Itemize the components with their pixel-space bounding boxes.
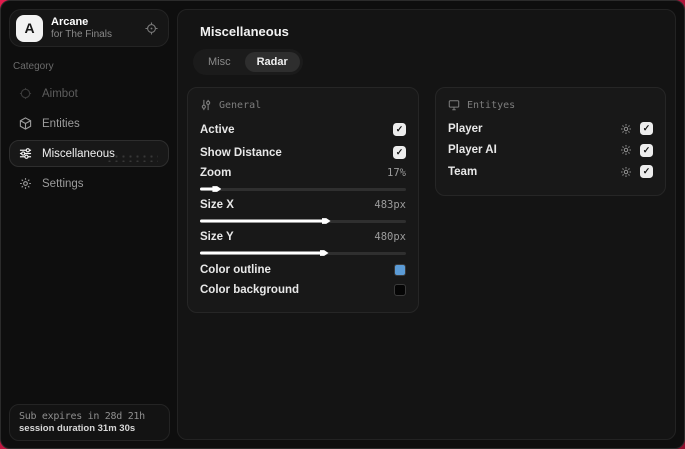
slider-thumb[interactable]: [319, 250, 329, 256]
app-subtitle: for The Finals: [51, 28, 112, 40]
color-outline-swatch[interactable]: [393, 264, 406, 276]
entities-panel: Entityes Player ✓ Player AI ✓ Team ✓: [434, 87, 666, 196]
monitor-icon: [448, 99, 460, 111]
tab-radar[interactable]: Radar: [244, 52, 300, 72]
setting-row-size-x: Size X 483px: [200, 196, 406, 214]
app-logo: A: [16, 14, 43, 42]
player-checkbox[interactable]: ✓: [640, 122, 653, 136]
sidebar-item-settings[interactable]: Settings: [9, 170, 169, 197]
entity-row-player: Player ✓: [448, 118, 653, 140]
sidebar-item-entities[interactable]: Entities: [9, 110, 169, 137]
setting-label: Active: [200, 123, 235, 136]
size-x-value: 483px: [374, 199, 406, 211]
setting-row-size-y: Size Y 480px: [200, 228, 406, 246]
setting-row-active: Active ✓: [200, 118, 406, 141]
size-x-slider[interactable]: [200, 214, 406, 228]
general-panel: General Active ✓ Show Distance ✓ Zoom 17…: [187, 87, 419, 313]
tune-icon: [19, 147, 32, 160]
team-checkbox[interactable]: ✓: [640, 165, 653, 179]
entities-panel-title: Entityes: [466, 99, 516, 111]
session-duration-text: session duration 31m 30s: [19, 423, 136, 434]
sub-expiry-text: Sub expires in 28d 21h: [19, 411, 145, 422]
setting-row-color-outline: Color outline: [200, 260, 406, 280]
player-ai-checkbox[interactable]: ✓: [640, 143, 653, 157]
sidebar: A Arcane for The Finals Category Aimbot …: [1, 1, 177, 448]
sidebar-item-label: Settings: [42, 177, 84, 190]
sidebar-item-label: Entities: [42, 117, 80, 130]
category-label: Category: [13, 61, 54, 72]
slider-thumb[interactable]: [321, 218, 331, 224]
zoom-slider[interactable]: [200, 182, 406, 196]
page-title: Miscellaneous: [200, 24, 289, 39]
tab-bar: Misc Radar: [193, 49, 303, 75]
color-background-swatch[interactable]: [393, 284, 406, 296]
general-panel-title: General: [219, 99, 262, 111]
entity-label: Player AI: [447, 144, 497, 157]
setting-row-zoom: Zoom 17%: [200, 164, 406, 182]
brand-card: A Arcane for The Finals: [9, 9, 169, 47]
target-icon[interactable]: [145, 21, 158, 35]
crosshair-icon: [19, 87, 32, 100]
tab-misc[interactable]: Misc: [196, 52, 243, 72]
zoom-value: 17%: [387, 167, 406, 179]
entity-row-player-ai: Player AI ✓: [448, 140, 653, 162]
entity-row-team: Team ✓: [448, 161, 653, 183]
cube-icon: [19, 117, 32, 130]
app-title: Arcane: [51, 15, 89, 28]
gear-icon: [19, 177, 32, 190]
app-window: A Arcane for The Finals Category Aimbot …: [0, 0, 685, 449]
sidebar-item-aimbot[interactable]: Aimbot: [9, 80, 169, 107]
main-panel: Miscellaneous Misc Radar General Active …: [177, 9, 676, 440]
setting-label: Size X: [200, 199, 234, 211]
setting-label: Size Y: [200, 231, 234, 243]
setting-row-color-background: Color background: [200, 280, 406, 300]
sidebar-item-label: Aimbot: [42, 87, 78, 100]
sidebar-nav: Aimbot Entities Miscellaneous Settings: [1, 80, 177, 197]
slider-thumb[interactable]: [212, 186, 222, 192]
entity-gear-icon[interactable]: [620, 123, 632, 135]
entity-gear-icon[interactable]: [620, 166, 632, 178]
sidebar-item-miscellaneous[interactable]: Miscellaneous: [9, 140, 169, 167]
entity-gear-icon[interactable]: [620, 144, 632, 156]
setting-label: Color background: [200, 284, 300, 296]
setting-label: Show Distance: [200, 146, 282, 159]
active-checkbox[interactable]: ✓: [392, 123, 406, 136]
entity-label: Team: [447, 165, 478, 178]
setting-label: Zoom: [200, 167, 232, 179]
sidebar-item-label: Miscellaneous: [42, 147, 115, 160]
size-y-slider[interactable]: [200, 246, 406, 260]
setting-row-show-distance: Show Distance ✓: [200, 141, 406, 164]
sliders-icon: [200, 99, 212, 111]
show-distance-checkbox[interactable]: ✓: [392, 146, 406, 159]
size-y-value: 480px: [374, 231, 406, 243]
subscription-card: Sub expires in 28d 21h session duration …: [9, 404, 170, 441]
entity-label: Player: [447, 122, 483, 135]
setting-label: Color outline: [200, 264, 271, 276]
